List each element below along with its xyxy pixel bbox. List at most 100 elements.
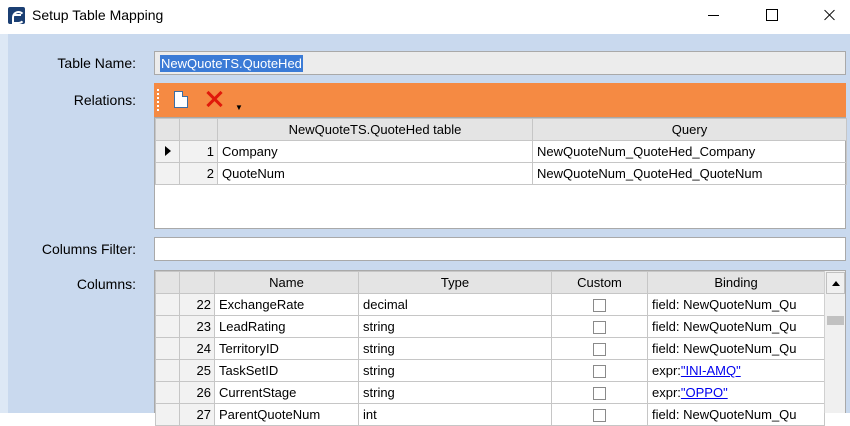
- current-row-arrow-icon: [164, 146, 171, 156]
- binding-cell[interactable]: field: NewQuoteNum_Qu: [647, 403, 825, 426]
- row-selector[interactable]: [155, 140, 180, 163]
- custom-checkbox[interactable]: [593, 321, 606, 335]
- columns-label: Columns:: [76, 276, 136, 292]
- binding-text: field: NewQuoteNum_Qu: [652, 341, 797, 356]
- scroll-up-arrow-icon[interactable]: [826, 272, 845, 294]
- column-header-binding[interactable]: Binding: [647, 271, 825, 294]
- columns-filter-label: Columns Filter:: [41, 241, 136, 257]
- table-name-label: Table Name:: [57, 55, 136, 71]
- grid-corner: [155, 271, 180, 294]
- delete-icon[interactable]: [204, 89, 224, 109]
- close-button[interactable]: [805, 0, 850, 31]
- binding-text: expr:: [652, 363, 681, 378]
- row-number: 27: [179, 403, 215, 426]
- row-selector[interactable]: [155, 337, 180, 360]
- binding-text: field: NewQuoteNum_Qu: [652, 297, 797, 312]
- column-type-cell[interactable]: string: [358, 381, 552, 404]
- columns-vertical-scrollbar[interactable]: [824, 271, 845, 413]
- binding-cell[interactable]: field: NewQuoteNum_Qu: [647, 293, 825, 316]
- relations-label: Relations:: [73, 92, 136, 108]
- table-row[interactable]: 24 TerritoryID string field: NewQuoteNum…: [155, 337, 825, 360]
- binding-cell[interactable]: expr:"INI-AMQ": [647, 359, 825, 382]
- minimize-button[interactable]: [690, 0, 736, 31]
- binding-text: field: NewQuoteNum_Qu: [652, 407, 797, 422]
- custom-checkbox[interactable]: [593, 299, 606, 313]
- row-number: 25: [179, 359, 215, 382]
- row-number: 23: [179, 315, 215, 338]
- relations-header-row: NewQuoteTS.QuoteHed table Query: [155, 118, 847, 141]
- custom-cell: [551, 381, 648, 404]
- table-row[interactable]: 23 LeadRating string field: NewQuoteNum_…: [155, 315, 825, 338]
- app-logo-icon: [8, 7, 25, 24]
- binding-text: expr:: [652, 385, 681, 400]
- binding-cell[interactable]: field: NewQuoteNum_Qu: [647, 315, 825, 338]
- relation-table-cell[interactable]: QuoteNum: [217, 162, 533, 185]
- custom-checkbox[interactable]: [593, 365, 606, 379]
- column-header-custom[interactable]: Custom: [551, 271, 648, 294]
- dropdown-arrow-icon[interactable]: ▼: [235, 103, 243, 112]
- custom-cell: [551, 337, 648, 360]
- column-name-cell[interactable]: TerritoryID: [214, 337, 359, 360]
- row-number: 24: [179, 337, 215, 360]
- columns-filter-input[interactable]: [154, 237, 846, 261]
- column-type-cell[interactable]: int: [358, 403, 552, 426]
- column-name-cell[interactable]: TaskSetID: [214, 359, 359, 382]
- binding-text: field: NewQuoteNum_Qu: [652, 319, 797, 334]
- table-row[interactable]: 27 ParentQuoteNum int field: NewQuoteNum…: [155, 403, 825, 426]
- row-selector[interactable]: [155, 359, 180, 382]
- table-row[interactable]: 26 CurrentStage string expr:"OPPO": [155, 381, 825, 404]
- custom-checkbox[interactable]: [593, 409, 606, 423]
- relations-grid: NewQuoteTS.QuoteHed table Query 1 Compan…: [154, 117, 847, 229]
- row-selector[interactable]: [155, 315, 180, 338]
- column-header-query[interactable]: Query: [532, 118, 847, 141]
- relation-table-cell[interactable]: Company: [217, 140, 533, 163]
- table-row[interactable]: 1 Company NewQuoteNum_QuoteHed_Company: [155, 140, 847, 163]
- custom-cell: [551, 293, 648, 316]
- custom-checkbox[interactable]: [593, 387, 606, 401]
- row-number: 1: [179, 140, 218, 163]
- row-number: 2: [179, 162, 218, 185]
- custom-cell: [551, 359, 648, 382]
- column-header-type[interactable]: Type: [358, 271, 552, 294]
- row-number: 22: [179, 293, 215, 316]
- column-type-cell[interactable]: string: [358, 337, 552, 360]
- row-selector[interactable]: [155, 293, 180, 316]
- table-name-value: NewQuoteTS.QuoteHed: [160, 55, 303, 72]
- maximize-button[interactable]: [749, 0, 795, 31]
- column-name-cell[interactable]: LeadRating: [214, 315, 359, 338]
- custom-cell: [551, 403, 648, 426]
- column-type-cell[interactable]: string: [358, 359, 552, 382]
- columns-num-header: [179, 271, 215, 294]
- row-selector[interactable]: [155, 381, 180, 404]
- table-name-field[interactable]: NewQuoteTS.QuoteHed: [154, 51, 846, 75]
- binding-expression-link[interactable]: "OPPO": [681, 385, 728, 400]
- column-header-table[interactable]: NewQuoteTS.QuoteHed table: [217, 118, 533, 141]
- column-name-cell[interactable]: ExchangeRate: [214, 293, 359, 316]
- relation-query-cell[interactable]: NewQuoteNum_QuoteHed_QuoteNum: [532, 162, 847, 185]
- relation-query-cell[interactable]: NewQuoteNum_QuoteHed_Company: [532, 140, 847, 163]
- main-panel: Table Name: NewQuoteTS.QuoteHed Relation…: [0, 34, 850, 426]
- table-row[interactable]: 22 ExchangeRate decimal field: NewQuoteN…: [155, 293, 825, 316]
- binding-cell[interactable]: field: NewQuoteNum_Qu: [647, 337, 825, 360]
- custom-checkbox[interactable]: [593, 343, 606, 357]
- column-type-cell[interactable]: string: [358, 315, 552, 338]
- column-name-cell[interactable]: ParentQuoteNum: [214, 403, 359, 426]
- row-selector[interactable]: [155, 162, 180, 185]
- row-number: 26: [179, 381, 215, 404]
- columns-grid: Name Type Custom Binding 22 ExchangeRate…: [154, 270, 846, 426]
- new-document-icon[interactable]: [174, 91, 188, 108]
- relations-num-header: [179, 118, 218, 141]
- binding-expression-link[interactable]: "INI-AMQ": [681, 363, 741, 378]
- row-selector[interactable]: [155, 403, 180, 426]
- columns-header-row: Name Type Custom Binding: [155, 271, 825, 294]
- column-name-cell[interactable]: CurrentStage: [214, 381, 359, 404]
- table-row[interactable]: 2 QuoteNum NewQuoteNum_QuoteHed_QuoteNum: [155, 162, 847, 185]
- column-header-name[interactable]: Name: [214, 271, 359, 294]
- scrollbar-thumb[interactable]: [827, 316, 844, 325]
- relations-toolbar: ▼: [154, 83, 846, 117]
- table-row[interactable]: 25 TaskSetID string expr:"INI-AMQ": [155, 359, 825, 382]
- custom-cell: [551, 315, 648, 338]
- column-type-cell[interactable]: decimal: [358, 293, 552, 316]
- window-title: Setup Table Mapping: [32, 7, 164, 23]
- binding-cell[interactable]: expr:"OPPO": [647, 381, 825, 404]
